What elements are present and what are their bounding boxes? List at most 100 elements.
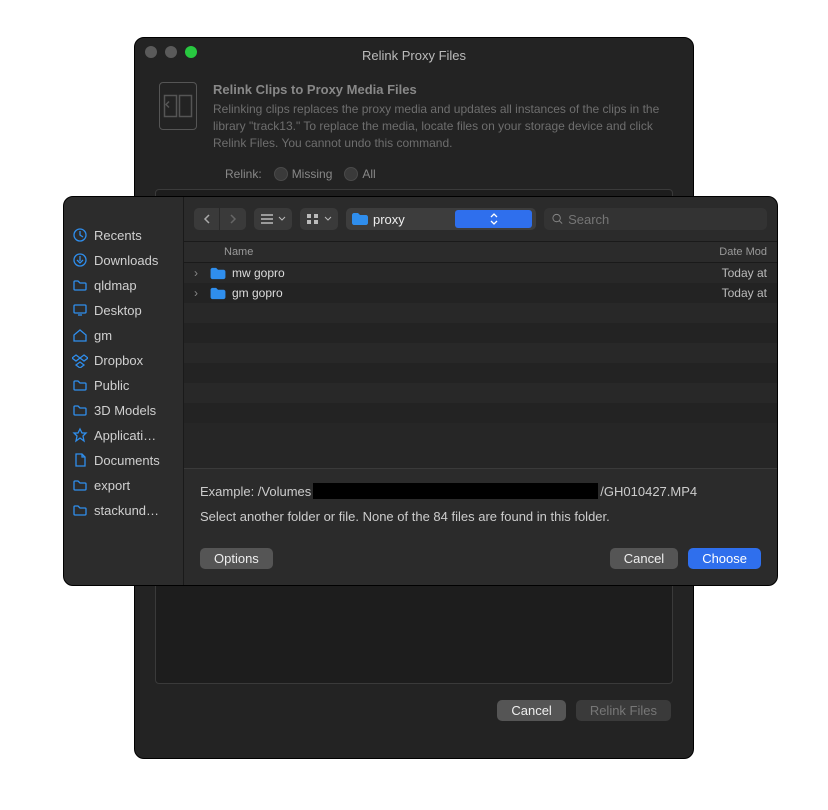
sidebar-item-applicati-[interactable]: Applicati… <box>72 427 179 443</box>
file-name: mw gopro <box>232 266 722 280</box>
sidebar-item-label: Recents <box>94 228 142 243</box>
bg-cancel-button[interactable]: Cancel <box>497 700 565 721</box>
sidebar-item-label: export <box>94 478 130 493</box>
list-view-button[interactable] <box>254 208 292 230</box>
redacted-path <box>313 483 598 499</box>
back-button[interactable] <box>194 208 220 230</box>
folder-icon <box>72 377 88 393</box>
file-column-header[interactable]: Name Date Mod <box>184 241 777 263</box>
file-row-empty <box>184 383 777 403</box>
folder-icon <box>352 212 368 226</box>
options-button[interactable]: Options <box>200 548 273 569</box>
folder-icon <box>210 267 226 280</box>
sidebar-item-recents[interactable]: Recents <box>72 227 179 243</box>
status-message: Select another folder or file. None of t… <box>200 509 761 524</box>
sidebar-item-desktop[interactable]: Desktop <box>72 302 179 318</box>
folder-icon <box>72 477 88 493</box>
sheet-footer: Options Cancel Choose <box>184 534 777 585</box>
sidebar-item-label: Downloads <box>94 253 158 268</box>
chevron-down-icon <box>324 216 332 222</box>
folder-icon <box>72 502 88 518</box>
download-icon <box>72 252 88 268</box>
list-view-icon <box>260 213 274 225</box>
file-date: Today at <box>722 286 767 300</box>
sidebar-item-label: Applicati… <box>94 428 156 443</box>
sidebar-item-qldmap[interactable]: qldmap <box>72 277 179 293</box>
file-list[interactable]: › mw goproToday at › gm goproToday at <box>184 263 777 468</box>
sidebar-item-export[interactable]: export <box>72 477 179 493</box>
sidebar: Recents Downloads qldmap Desktop gm Dropbox Pu… <box>64 197 184 585</box>
forward-button[interactable] <box>220 208 246 230</box>
search-input[interactable] <box>568 212 759 227</box>
file-row-empty <box>184 403 777 423</box>
file-chooser-sheet: Recents Downloads qldmap Desktop gm Dropbox Pu… <box>63 196 778 586</box>
app-icon <box>72 427 88 443</box>
search-icon <box>552 213 563 225</box>
sidebar-item-label: Dropbox <box>94 353 143 368</box>
home-icon <box>72 327 88 343</box>
radio-dot-icon <box>274 167 288 181</box>
sidebar-item-label: qldmap <box>94 278 137 293</box>
disclosure-chevron-icon[interactable]: › <box>194 286 204 300</box>
choose-button[interactable]: Choose <box>688 548 761 569</box>
sidebar-item-label: 3D Models <box>94 403 156 418</box>
path-updown-icon <box>455 210 532 228</box>
sidebar-item-public[interactable]: Public <box>72 377 179 393</box>
radio-missing[interactable]: Missing <box>274 167 333 181</box>
sheet-main: proxy Name Date Mod › mw goproToday at › gm… <box>184 197 777 585</box>
sidebar-item-dropbox[interactable]: Dropbox <box>72 352 179 368</box>
window-title: Relink Proxy Files <box>135 42 693 63</box>
sidebar-item-documents[interactable]: Documents <box>72 452 179 468</box>
file-date: Today at <box>722 266 767 280</box>
nav-arrows <box>194 208 246 230</box>
intro-section: Relink Clips to Proxy Media Files Relink… <box>135 66 693 159</box>
sidebar-item-3d-models[interactable]: 3D Models <box>72 402 179 418</box>
path-folder-name: proxy <box>373 212 450 227</box>
file-row-empty <box>184 363 777 383</box>
dropbox-icon <box>72 352 88 368</box>
clock-icon <box>72 227 88 243</box>
example-prefix: Example: /Volumes <box>200 484 311 499</box>
file-row-empty <box>184 303 777 323</box>
disclosure-chevron-icon[interactable]: › <box>194 266 204 280</box>
titlebar: Relink Proxy Files <box>135 38 693 66</box>
radio-dot-icon <box>344 167 358 181</box>
intro-body: Relinking clips replaces the proxy media… <box>213 101 669 151</box>
file-name: gm gopro <box>232 286 722 300</box>
info-panel: Example: /Volumes /GH010427.MP4 Select a… <box>184 468 777 534</box>
file-row[interactable]: › gm goproToday at <box>184 283 777 303</box>
relink-label: Relink: <box>225 167 262 181</box>
sidebar-item-label: stackund… <box>94 503 159 518</box>
minimize-icon[interactable] <box>165 46 177 58</box>
desktop-icon <box>72 302 88 318</box>
cancel-button[interactable]: Cancel <box>610 548 678 569</box>
search-field[interactable] <box>544 208 767 230</box>
icon-view-button[interactable] <box>300 208 338 230</box>
file-row-empty <box>184 343 777 363</box>
traffic-lights[interactable] <box>145 46 197 58</box>
chevron-down-icon <box>278 216 286 222</box>
file-row[interactable]: › mw goproToday at <box>184 263 777 283</box>
sidebar-item-downloads[interactable]: Downloads <box>72 252 179 268</box>
sidebar-item-gm[interactable]: gm <box>72 327 179 343</box>
close-icon[interactable] <box>145 46 157 58</box>
folder-icon <box>210 287 226 300</box>
sidebar-item-label: gm <box>94 328 112 343</box>
relink-options: Relink: Missing All <box>135 159 693 181</box>
col-name[interactable]: Name <box>194 246 719 258</box>
radio-all[interactable]: All <box>344 167 375 181</box>
sidebar-item-label: Documents <box>94 453 160 468</box>
sheet-toolbar: proxy <box>184 197 777 241</box>
folder-icon <box>72 402 88 418</box>
relink-files-button[interactable]: Relink Files <box>576 700 671 721</box>
example-suffix: /GH010427.MP4 <box>600 484 697 499</box>
folder-icon <box>72 277 88 293</box>
zoom-icon[interactable] <box>185 46 197 58</box>
sidebar-item-label: Desktop <box>94 303 142 318</box>
sidebar-item-stackund-[interactable]: stackund… <box>72 502 179 518</box>
grid-view-icon <box>306 213 320 225</box>
col-date[interactable]: Date Mod <box>719 246 767 258</box>
intro-heading: Relink Clips to Proxy Media Files <box>213 82 669 97</box>
file-row-empty <box>184 323 777 343</box>
path-popup[interactable]: proxy <box>346 208 536 230</box>
